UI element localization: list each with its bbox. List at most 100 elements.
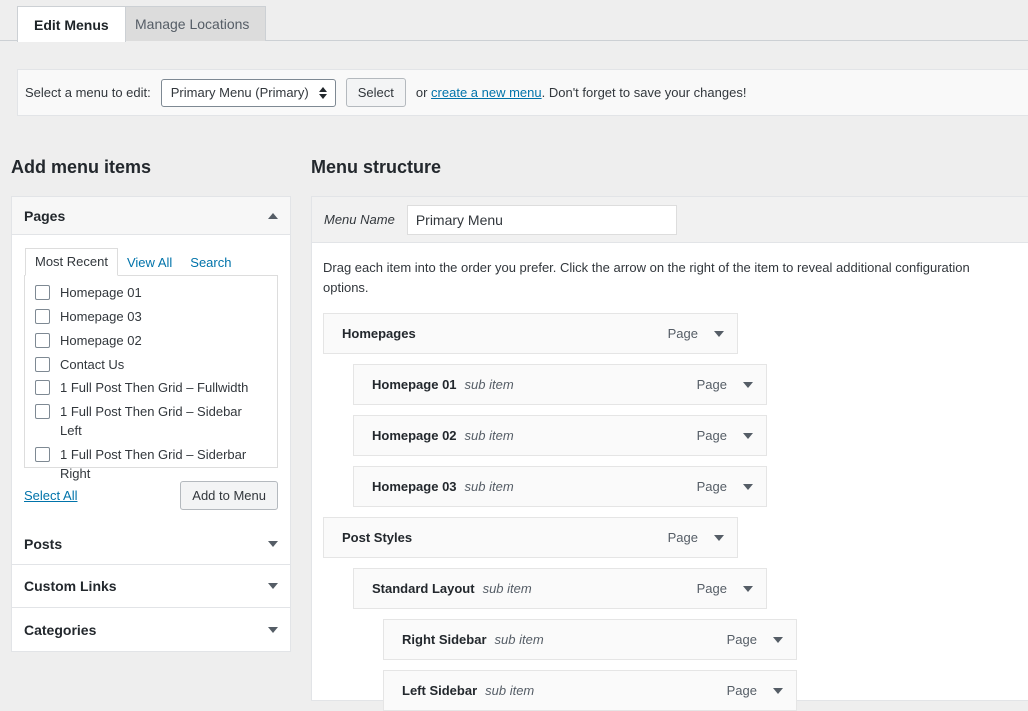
create-new-menu-link[interactable]: create a new menu [431,85,542,100]
chevron-down-icon[interactable] [268,626,278,633]
accordion-label-custom-links: Custom Links [24,578,117,594]
menu-name-label: Menu Name [324,212,395,227]
chevron-down-icon[interactable] [743,432,753,439]
chevron-down-icon[interactable] [743,585,753,592]
chevron-down-icon[interactable] [773,636,783,643]
chevron-down-icon[interactable] [268,540,278,547]
menu-item-controls: Page [727,632,796,647]
select-button[interactable]: Select [345,78,406,107]
select-all-link[interactable]: Select All [24,488,77,503]
accordion-header-pages[interactable]: Pages [12,197,290,235]
checkbox[interactable] [35,404,50,420]
menu-item-title: Post Styles [342,530,413,545]
menu-structure-heading: Menu structure [311,157,442,177]
tab-edit-menus[interactable]: Edit Menus [17,6,126,42]
list-item-label: Homepage 02 [60,332,142,348]
chevron-down-icon[interactable] [268,583,278,589]
checkbox[interactable] [35,446,50,462]
menu-select-bar: Select a menu to edit: Primary Menu (Pri… [17,69,1028,116]
menu-item-type: Page [696,581,727,596]
list-item[interactable]: Homepage 01 [35,284,267,303]
list-item[interactable]: Homepage 02 [35,332,267,351]
menu-item-type: Page [667,326,698,341]
chevron-down-icon[interactable] [743,483,753,490]
menu-select-value: Primary Menu (Primary) [170,85,309,100]
list-item-label: Contact Us [60,356,125,372]
checkbox[interactable] [35,356,50,372]
menu-item-title: Left Sidebar [402,683,478,698]
menu-item-title: Homepage 02 [372,428,457,443]
or-text: or [415,85,428,100]
menu-name-input[interactable] [406,204,677,235]
menu-item-type: Page [726,683,757,698]
subtab-most-recent[interactable]: Most Recent [25,248,118,276]
menu-item-controls: Page [697,377,766,392]
add-to-menu-button[interactable]: Add to Menu [180,481,278,510]
list-item-label: Homepage 03 [60,308,142,324]
accordion-header-custom-links[interactable]: Custom Links [12,565,290,608]
chevron-down-icon[interactable] [714,534,724,541]
checkbox[interactable] [35,308,50,324]
menu-item-title: Homepage 01 [372,377,457,392]
checkbox[interactable] [35,380,50,396]
checkbox[interactable] [35,332,50,348]
menu-item-subitem-label: sub item [485,683,535,698]
menu-item-title: Homepage 03 [372,479,457,494]
chevron-down-icon[interactable] [743,381,753,388]
menu-item-row[interactable]: Right Sidebar sub item Page [383,619,797,660]
list-item[interactable]: 1 Full Post Then Grid – Siderbar Right [35,446,267,484]
menu-item-row[interactable]: Homepages Page [323,313,738,354]
menu-item-controls: Page [697,479,766,494]
list-item[interactable]: Homepage 03 [35,308,267,327]
menu-item-type: Page [696,479,727,494]
pages-subtabs: Most Recent View All Search [24,247,278,276]
accordion-header-posts[interactable]: Posts [12,523,290,565]
list-item[interactable]: 1 Full Post Then Grid – Sidebar Left [35,403,267,441]
subtab-view-all[interactable]: View All [118,250,181,276]
menu-item-controls: Page [668,530,737,545]
menu-item-row[interactable]: Left Sidebar sub item Page [383,670,797,711]
menu-item-subitem-label: sub item [482,581,532,596]
list-item[interactable]: 1 Full Post Then Grid – Fullwidth [35,379,267,398]
menu-item-subitem-label: sub item [494,632,544,647]
updown-arrows-icon [318,86,327,99]
menu-item-row[interactable]: Homepage 02 sub item Page [353,415,767,456]
chevron-down-icon[interactable] [773,687,783,694]
list-item-label: 1 Full Post Then Grid – Sidebar Left [60,404,242,439]
menu-item-row[interactable]: Homepage 01 sub item Page [353,364,767,405]
menu-item-type: Page [696,377,727,392]
list-item-label: 1 Full Post Then Grid – Siderbar Right [60,446,247,481]
subtab-search[interactable]: Search [181,250,240,276]
menu-item-subitem-label: sub item [464,479,514,494]
pages-checklist: Homepage 01 Homepage 03 Homepage 02 Cont… [24,276,278,481]
menu-item-title: Homepages [342,326,416,341]
menu-item-subitem-label: sub item [464,377,514,392]
menu-item-type: Page [726,632,757,647]
menu-item-title: Standard Layout [372,581,475,596]
add-menu-items-heading: Add menu items [11,157,152,177]
menu-item-row[interactable]: Homepage 03 sub item Page [353,466,767,507]
menu-item-subitem-label: sub item [464,428,514,443]
save-reminder-text: . Don't forget to save your changes! [541,85,747,100]
add-menu-items-panel: Pages Most Recent View All Search Homepa… [11,196,291,652]
tab-bar: Edit Menus Manage Locations [0,0,1028,42]
accordion-label-posts: Posts [24,535,63,552]
drag-instructions: Drag each item into the order you prefer… [323,260,970,295]
accordion-label-pages: Pages [24,207,66,224]
chevron-up-icon[interactable] [268,212,278,219]
tab-manage-locations[interactable]: Manage Locations [118,6,267,41]
menu-select-dropdown[interactable]: Primary Menu (Primary) [160,78,336,107]
chevron-down-icon[interactable] [714,330,724,337]
pages-panel-body: Most Recent View All Search Homepage 01 … [12,235,290,523]
menu-item-controls: Page [727,683,796,698]
list-item[interactable]: Contact Us [35,356,267,375]
menu-name-row: Menu Name [312,197,1028,243]
menu-item-row[interactable]: Standard Layout sub item Page [353,568,767,609]
accordion-header-categories[interactable]: Categories [12,608,290,651]
menu-item-controls: Page [697,581,766,596]
list-item-label: Homepage 01 [60,285,142,300]
menu-item-row[interactable]: Post Styles Page [323,517,738,558]
checkbox[interactable] [35,285,50,300]
menu-items-list: Homepages Page Homepage 01 sub item Page… [312,313,1028,711]
list-item-label: 1 Full Post Then Grid – Fullwidth [60,380,249,396]
